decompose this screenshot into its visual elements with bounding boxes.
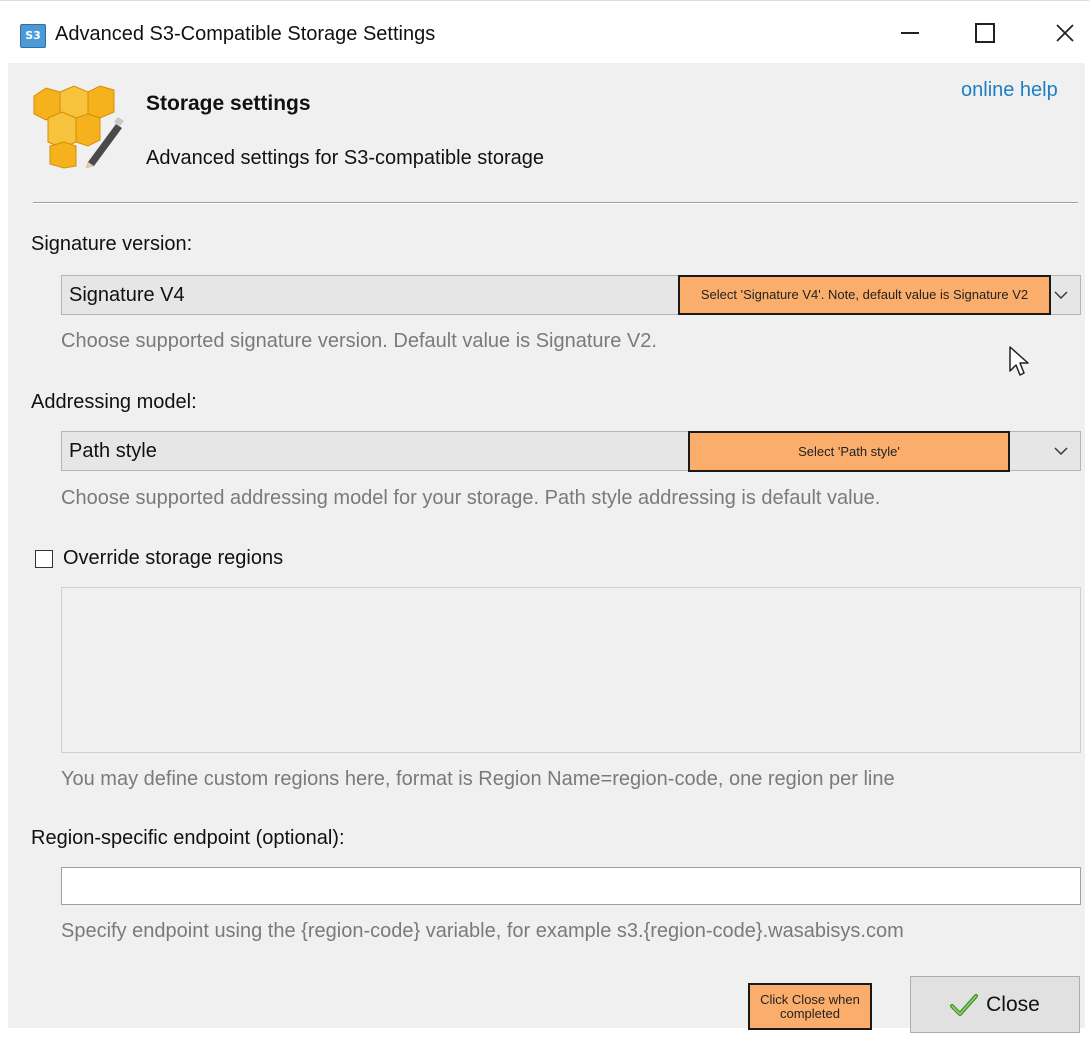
- close-button[interactable]: Close: [910, 976, 1080, 1033]
- s3-app-icon: S3: [20, 24, 46, 48]
- storage-boxes-pencil-icon: [33, 85, 124, 169]
- addressing-callout: Select 'Path style': [688, 431, 1010, 472]
- close-callout: Click Close when completed: [748, 983, 872, 1030]
- override-regions-label[interactable]: Override storage regions: [63, 547, 283, 570]
- signature-version-value: Signature V4: [69, 284, 185, 306]
- addressing-model-hint: Choose supported addressing model for yo…: [61, 487, 881, 509]
- maximize-icon: [975, 23, 995, 43]
- maximize-button[interactable]: [955, 13, 1015, 53]
- checkmark-icon: [950, 993, 979, 1016]
- endpoint-label: Region-specific endpoint (optional):: [31, 827, 345, 849]
- endpoint-hint: Specify endpoint using the {region-code}…: [61, 920, 904, 942]
- minimize-button[interactable]: [880, 13, 940, 53]
- header-divider: [33, 202, 1078, 204]
- signature-version-label: Signature version:: [31, 233, 193, 255]
- online-help-link[interactable]: online help: [961, 79, 1058, 102]
- dialog-header: Storage settings Advanced settings for S…: [8, 62, 1085, 202]
- addressing-model-value: Path style: [69, 440, 157, 462]
- window-title: Advanced S3-Compatible Storage Settings: [55, 23, 436, 45]
- close-button-label: Close: [986, 992, 1040, 1016]
- title-bar[interactable]: S3 Advanced S3-Compatible Storage Settin…: [0, 0, 1089, 63]
- mouse-pointer-icon: [1009, 346, 1029, 376]
- header-title: Storage settings: [146, 92, 311, 115]
- settings-dialog: S3 Advanced S3-Compatible Storage Settin…: [0, 0, 1089, 1054]
- header-subtitle: Advanced settings for S3-compatible stor…: [146, 147, 544, 169]
- addressing-model-label: Addressing model:: [31, 391, 197, 413]
- close-window-button[interactable]: [1035, 13, 1089, 53]
- custom-regions-textarea[interactable]: [61, 587, 1081, 753]
- signature-callout: Select 'Signature V4'. Note, default val…: [678, 275, 1051, 315]
- signature-version-hint: Choose supported signature version. Defa…: [61, 330, 657, 352]
- chevron-down-icon: [1054, 291, 1068, 299]
- minimize-icon: [901, 32, 919, 34]
- custom-regions-hint: You may define custom regions here, form…: [61, 768, 895, 790]
- chevron-down-icon: [1054, 447, 1068, 455]
- endpoint-input[interactable]: [61, 867, 1081, 905]
- close-icon: [1056, 24, 1074, 42]
- override-regions-checkbox[interactable]: [35, 550, 53, 568]
